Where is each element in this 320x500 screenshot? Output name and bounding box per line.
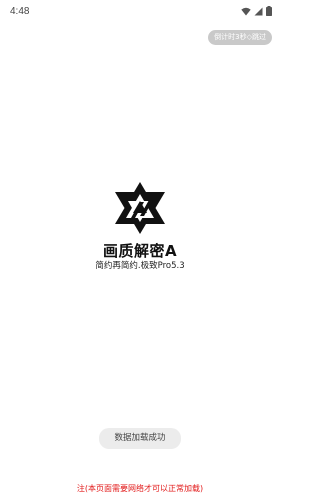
splash-screen: 4:48 倒计时3秒◇跳过 画质解密A 简约再简约.极致Pro5.3 数据加载成…	[0, 0, 280, 500]
status-bar: 4:48	[0, 0, 280, 24]
status-icons	[241, 6, 272, 16]
wifi-icon	[241, 7, 251, 15]
network-notice: 注(本页面需要网络才可以正常加载)	[76, 484, 204, 493]
app-title: 画质解密A	[102, 242, 178, 260]
toast-message: 数据加载成功	[99, 428, 181, 449]
battery-icon	[266, 6, 272, 16]
status-time: 4:48	[10, 6, 30, 17]
signal-icon	[254, 7, 263, 15]
app-subtitle: 简约再简约.极致Pro5.3	[95, 261, 185, 271]
skip-countdown-button[interactable]: 倒计时3秒◇跳过	[208, 30, 272, 45]
triangle-logo-icon	[115, 182, 165, 234]
